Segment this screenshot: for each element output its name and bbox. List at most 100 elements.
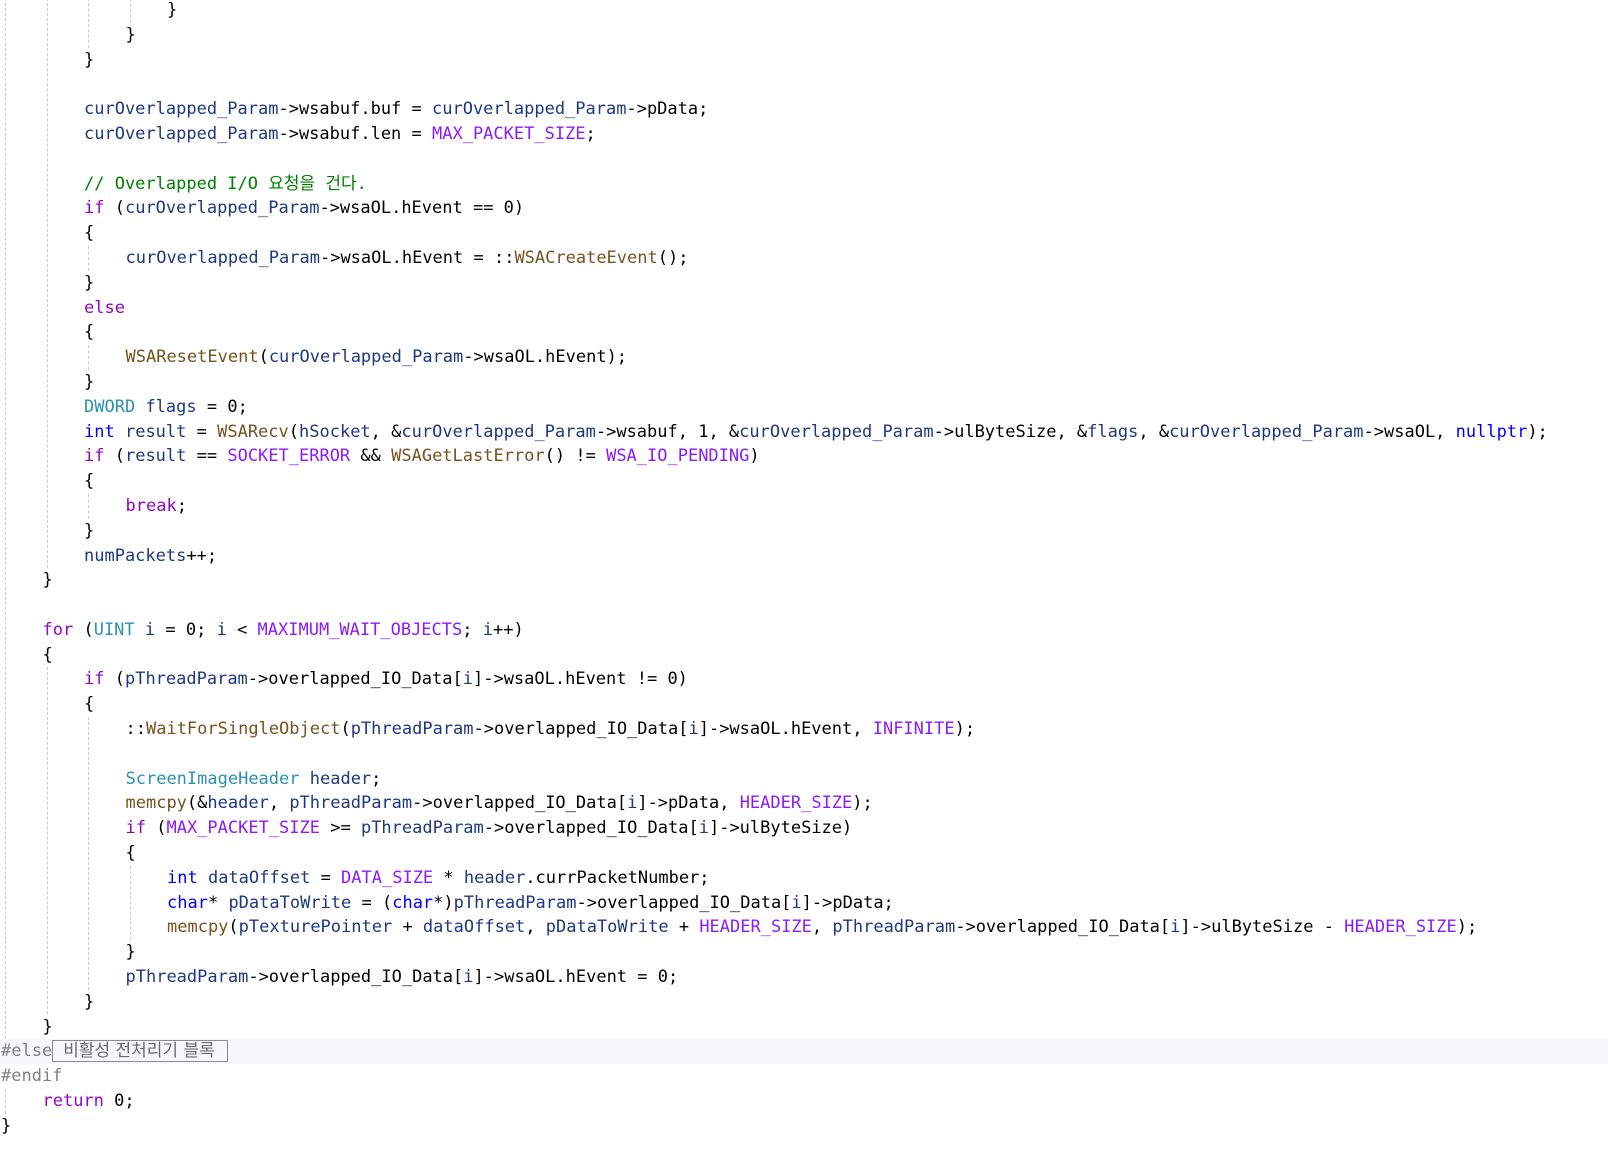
code-token: ]->ulByteSize - (1180, 917, 1345, 938)
code-token: ( (104, 446, 125, 467)
code-token: curOverlapped_Param (739, 421, 934, 442)
code-line[interactable]: } (0, 23, 1608, 48)
code-line[interactable]: curOverlapped_Param->wsabuf.buf = curOve… (0, 97, 1608, 122)
code-token: break (125, 496, 177, 516)
code-token: ->overlapped_IO_Data[ (247, 669, 463, 690)
code-token: ); (1527, 421, 1548, 442)
code-line[interactable]: } (0, 370, 1608, 395)
code-token: :: (125, 718, 146, 739)
code-token: ( (104, 669, 125, 690)
code-token: ->wsabuf.len = (278, 124, 432, 144)
code-token: WSA_IO_PENDING (606, 446, 750, 467)
code-line[interactable]: if (result == SOCKET_ERROR && WSAGetLast… (0, 444, 1608, 469)
code-token: nullptr (1455, 421, 1528, 442)
code-line[interactable]: pThreadParam->overlapped_IO_Data[i]->wsa… (0, 965, 1608, 990)
code-token: hSocket (299, 421, 371, 442)
code-line[interactable]: { (0, 692, 1608, 717)
code-token: header (309, 768, 372, 789)
inactive-block-hint[interactable]: 비활성 전처리기 블록 (52, 1040, 228, 1063)
code-line[interactable]: memcpy(pTexturePointer + dataOffset, pDa… (0, 915, 1608, 940)
code-line[interactable]: } (0, 568, 1608, 593)
code-line[interactable]: { (0, 841, 1608, 866)
code-token: pThreadParam (453, 892, 577, 913)
code-line[interactable]: break; (0, 494, 1608, 519)
code-token: pThreadParam (124, 669, 248, 690)
code-token: curOverlapped_Param (401, 421, 596, 442)
code-token: header (207, 793, 269, 814)
code-token: pThreadParam (289, 793, 413, 814)
code-line[interactable]: return 0; (0, 1089, 1608, 1114)
code-line[interactable] (0, 147, 1608, 172)
code-token: + (392, 917, 423, 938)
code-token: i (627, 793, 638, 814)
code-token: header (463, 867, 526, 888)
code-line[interactable] (0, 593, 1608, 618)
code-line[interactable]: } (0, 271, 1608, 296)
code-line[interactable]: for (UINT i = 0; i < MAXIMUM_WAIT_OBJECT… (0, 618, 1608, 643)
code-token: int (167, 867, 198, 888)
code-line[interactable]: curOverlapped_Param->wsaOL.hEvent = ::WS… (0, 246, 1608, 271)
code-token: ]->ulByteSize) (708, 818, 853, 839)
code-line[interactable]: } (0, 1015, 1608, 1040)
code-token: i (482, 619, 493, 640)
code-line[interactable]: char* pDataToWrite = (char*)pThreadParam… (0, 891, 1608, 916)
code-token: #else (1, 1041, 53, 1062)
code-token: SOCKET_ERROR (227, 446, 351, 467)
code-line[interactable]: { (0, 320, 1608, 345)
code-token: DWORD (84, 396, 136, 417)
code-line[interactable]: WSAResetEvent(curOverlapped_Param->wsaOL… (0, 345, 1608, 370)
code-editor[interactable]: }}} curOverlapped_Param->wsabuf.buf = cur… (0, 0, 1608, 1167)
code-token: pDataToWrite (545, 917, 669, 938)
code-line[interactable]: numPackets++; (0, 544, 1608, 569)
code-token: // Overlapped I/O 요청을 건다. (84, 173, 367, 194)
code-line[interactable]: // Overlapped I/O 요청을 건다. (0, 172, 1608, 197)
code-token: ]->pData; (801, 892, 894, 913)
code-token: ->wsabuf, 1, & (595, 421, 740, 442)
code-line[interactable]: else (0, 296, 1608, 321)
code-line[interactable]: { (0, 643, 1608, 668)
code-token: curOverlapped_Param (84, 124, 279, 144)
code-line[interactable]: if (MAX_PACKET_SIZE >= pThreadParam->ove… (0, 816, 1608, 841)
code-line[interactable]: ScreenImageHeader header; (0, 767, 1608, 792)
code-token: .currPacketNumber; (525, 867, 710, 888)
code-token: ( (145, 818, 167, 839)
code-token: ScreenImageHeader (125, 768, 300, 789)
code-token: , & (370, 421, 402, 442)
code-token: UINT (93, 619, 135, 640)
code-line[interactable]: } (0, 0, 1608, 23)
code-token: } (42, 1016, 53, 1037)
code-line[interactable]: } (0, 48, 1608, 73)
code-token: WaitForSingleObject (145, 718, 341, 739)
code-token: ]->wsaOL.hEvent != 0) (472, 669, 688, 690)
code-line[interactable]: } (0, 940, 1608, 965)
code-token: ( (104, 198, 125, 219)
code-token: { (84, 694, 95, 715)
code-token: < (226, 619, 258, 640)
code-line[interactable]: DWORD flags = 0; (0, 395, 1608, 420)
code-line[interactable]: { (0, 221, 1608, 246)
code-line[interactable]: } (0, 990, 1608, 1015)
code-line[interactable]: #endif (0, 1064, 1608, 1089)
code-line[interactable]: int dataOffset = DATA_SIZE * header.curr… (0, 866, 1608, 891)
code-line[interactable]: memcpy(&header, pThreadParam->overlapped… (0, 791, 1608, 816)
code-line[interactable]: if (pThreadParam->overlapped_IO_Data[i]-… (0, 667, 1608, 692)
code-token: = (186, 421, 218, 442)
code-line[interactable]: } (0, 1114, 1608, 1139)
code-token: ) (749, 446, 760, 467)
code-token: curOverlapped_Param (84, 99, 279, 120)
code-token: ( (288, 421, 300, 442)
code-line[interactable] (0, 72, 1608, 97)
code-line[interactable] (0, 742, 1608, 767)
code-line[interactable]: curOverlapped_Param->wsabuf.len = MAX_PA… (0, 122, 1608, 147)
code-line[interactable]: } (0, 519, 1608, 544)
preprocessor-else-line[interactable]: #else 비활성 전처리기 블록 (0, 1039, 1608, 1065)
code-token: ->wsaOL.hEvent = :: (319, 248, 515, 268)
code-token: if (84, 198, 105, 219)
code-line[interactable]: { (0, 469, 1608, 494)
code-token: && (350, 446, 392, 467)
code-line[interactable]: if (curOverlapped_Param->wsaOL.hEvent ==… (0, 196, 1608, 221)
code-line[interactable]: int result = WSARecv(hSocket, &curOverla… (0, 420, 1608, 445)
code-line[interactable]: ::WaitForSingleObject(pThreadParam->over… (0, 717, 1608, 742)
